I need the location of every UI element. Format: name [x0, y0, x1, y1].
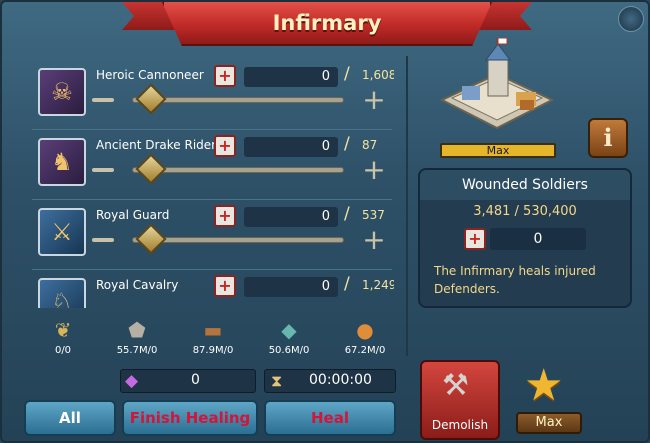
all-button[interactable]: All — [24, 400, 116, 436]
medical-cross-icon: + — [214, 275, 236, 297]
troop-max-count: 1,249 — [362, 278, 394, 292]
info-button[interactable]: i — [588, 118, 628, 158]
max-level-button[interactable]: ★ Max — [506, 354, 592, 440]
infirmary-description: The Infirmary heals injured Defenders. — [434, 264, 596, 296]
building-level-bar: Max — [440, 143, 556, 158]
increase-button[interactable]: + — [362, 156, 386, 184]
resource-ore: ◆ 50.6M/0 — [254, 318, 324, 356]
cannoneer-portrait-icon: ☠ — [38, 68, 86, 116]
troop-quantity-input[interactable]: 0 — [244, 207, 338, 227]
medical-cross-icon: + — [464, 228, 486, 250]
wounded-value: 0 — [490, 228, 586, 250]
gem-icon: ◆ — [125, 371, 139, 391]
resource-value: 87.9M/0 — [192, 345, 234, 356]
troop-name: Royal Guard — [96, 208, 170, 222]
troop-quantity-input[interactable]: 0 — [244, 67, 338, 87]
wounded-soldiers-panel: Wounded Soldiers 3,481 / 530,400 + 0 The… — [418, 168, 632, 308]
quantity-slider-handle[interactable] — [135, 153, 167, 185]
resource-value: 67.2M/0 — [344, 345, 386, 356]
heal-time-value: 00:00:00 — [309, 372, 372, 388]
decrease-button[interactable] — [92, 238, 114, 242]
troop-name: Royal Cavalry — [96, 278, 179, 292]
resource-food: ❦ 0/0 — [28, 318, 98, 356]
finish-healing-button[interactable]: Finish Healing — [122, 400, 258, 436]
troop-quantity-input[interactable]: 0 — [244, 277, 338, 297]
demolish-label: Demolish — [431, 418, 489, 432]
heal-button[interactable]: Heal — [264, 400, 396, 436]
heal-time-box: ⧗ 00:00:00 — [264, 369, 396, 393]
gem-cost-box: ◆ 0 — [120, 369, 256, 393]
quantity-slider-handle[interactable] — [135, 223, 167, 255]
troop-row: ♞ Ancient Drake Rider + 0 / 87 + — [32, 130, 392, 200]
troop-max-count: 1,608 — [362, 68, 394, 82]
star-icon: ★ — [524, 360, 564, 411]
wounded-heading: Wounded Soldiers — [420, 170, 630, 200]
stone-icon: ⬟ — [128, 318, 146, 342]
resource-value: 55.7M/0 — [116, 345, 158, 356]
infirmary-window: Infirmary ☠ Heroic Cannoneer + 0 / 1,608… — [0, 0, 650, 443]
close-button[interactable] — [618, 6, 644, 32]
increase-button[interactable]: + — [362, 226, 386, 254]
troop-name: Heroic Cannoneer — [96, 68, 204, 82]
wounded-count: 3,481 / 530,400 — [473, 204, 577, 219]
separator-slash: / — [344, 134, 350, 154]
resource-costs: ❦ 0/0 ⬟ 55.7M/0 ▬ 87.9M/0 ◆ 50.6M/0 ● 67… — [32, 318, 392, 366]
resource-value: 50.6M/0 — [268, 345, 310, 356]
drake-rider-portrait-icon: ♞ — [38, 138, 86, 186]
resource-gold: ● 67.2M/0 — [330, 318, 400, 356]
window-title: Infirmary — [272, 11, 382, 35]
decrease-button[interactable] — [92, 98, 114, 102]
medical-cross-icon: + — [214, 135, 236, 157]
royal-cavalry-portrait-icon: ♘ — [38, 278, 86, 308]
troop-row: ☠ Heroic Cannoneer + 0 / 1,608 + — [32, 60, 394, 130]
separator-slash: / — [344, 274, 350, 294]
separator-slash: / — [344, 204, 350, 224]
gold-icon: ● — [356, 318, 374, 342]
hourglass-icon: ⧗ — [271, 371, 283, 390]
troop-row: ♘ Royal Cavalry + 0 / 1,249 — [32, 270, 394, 308]
food-icon: ❦ — [54, 318, 72, 342]
medical-cross-icon: + — [214, 65, 236, 87]
troop-max-count: 537 — [362, 208, 385, 222]
troop-name: Ancient Drake Rider — [96, 138, 217, 152]
panel-divider — [406, 56, 408, 356]
resource-value: 0/0 — [54, 345, 72, 356]
decrease-button[interactable] — [92, 168, 114, 172]
separator-slash: / — [344, 64, 350, 84]
troop-row: ⚔ Royal Guard + 0 / 537 + — [32, 200, 392, 270]
royal-guard-portrait-icon: ⚔ — [38, 208, 86, 256]
resource-stone: ⬟ 55.7M/0 — [102, 318, 172, 356]
ore-icon: ◆ — [281, 318, 297, 342]
demolish-button[interactable]: ⚒ Demolish — [420, 360, 500, 440]
quantity-slider-handle[interactable] — [135, 83, 167, 115]
troop-max-count: 87 — [362, 138, 378, 152]
gem-cost-value: 0 — [191, 372, 200, 388]
increase-button[interactable]: + — [362, 86, 386, 114]
resource-wood: ▬ 87.9M/0 — [178, 318, 248, 356]
troop-list[interactable]: ☠ Heroic Cannoneer + 0 / 1,608 + ♞ Ancie… — [32, 60, 394, 308]
hammer-icon: ⚒ — [442, 368, 469, 403]
medical-cross-icon: + — [214, 205, 236, 227]
max-label: Max — [516, 412, 582, 434]
wood-icon: ▬ — [203, 318, 223, 342]
troop-quantity-input[interactable]: 0 — [244, 137, 338, 157]
infirmary-building-icon — [439, 38, 555, 130]
